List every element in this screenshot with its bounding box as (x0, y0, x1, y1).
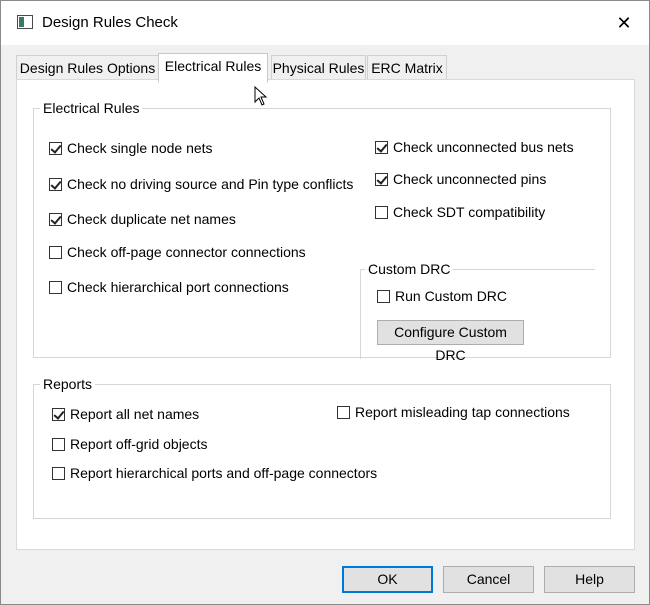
checkbox-icon[interactable] (49, 141, 62, 155)
window-title: Design Rules Check (42, 14, 178, 31)
report-misleading-tap[interactable]: Report misleading tap connections (337, 404, 570, 420)
checkbox-icon[interactable] (377, 289, 390, 303)
checkbox-icon[interactable] (52, 407, 65, 421)
ok-button[interactable]: OK (342, 566, 433, 593)
report-all-net-names[interactable]: Report all net names (52, 406, 199, 422)
configure-custom-drc-button[interactable]: Configure Custom DRC (377, 320, 524, 363)
checkbox-label: Check SDT compatibility (393, 204, 546, 220)
checkbox-label: Check off-page connector connections (67, 244, 306, 260)
checkbox-label: Check hierarchical port connections (67, 279, 289, 295)
tab-electrical-rules[interactable]: Electrical Rules (158, 53, 268, 83)
mouse-cursor-icon (254, 86, 268, 106)
check-duplicate-net-names[interactable]: Check duplicate net names (49, 211, 236, 227)
report-hierarchical-ports[interactable]: Report hierarchical ports and off-page c… (52, 465, 377, 481)
electrical-rules-title: Electrical Rules (40, 100, 143, 116)
checkbox-icon[interactable] (337, 405, 350, 419)
cancel-button[interactable]: Cancel (443, 566, 534, 593)
tab-panel: Electrical Rules Check single node nets … (16, 79, 635, 550)
run-custom-drc[interactable]: Run Custom DRC (377, 288, 507, 304)
checkbox-icon[interactable] (49, 280, 62, 294)
reports-group: Reports Report all net names Report off-… (33, 376, 611, 519)
reports-title: Reports (40, 376, 96, 392)
checkbox-label: Run Custom DRC (395, 288, 508, 304)
electrical-rules-group: Electrical Rules Check single node nets … (33, 100, 611, 363)
tab-erc-matrix[interactable]: ERC Matrix (367, 55, 447, 80)
checkbox-label: Check duplicate net names (67, 211, 236, 227)
check-single-node-nets[interactable]: Check single node nets (49, 140, 213, 156)
checkbox-label: Check no driving source and Pin type con… (67, 176, 354, 192)
checkbox-icon[interactable] (375, 205, 388, 219)
checkbox-icon[interactable] (375, 172, 388, 186)
checkbox-label: Report all net names (70, 406, 200, 422)
check-unconnected-pins[interactable]: Check unconnected pins (375, 171, 546, 187)
checkbox-icon[interactable] (49, 177, 62, 191)
custom-drc-group: Custom DRC Run Custom DRC Configure Cust… (360, 261, 595, 363)
checkbox-label: Check unconnected pins (393, 171, 547, 187)
check-no-driving-source[interactable]: Check no driving source and Pin type con… (49, 176, 353, 192)
checkbox-label: Check single node nets (67, 140, 213, 156)
checkbox-label: Report misleading tap connections (355, 404, 570, 420)
check-off-page-connector[interactable]: Check off-page connector connections (49, 244, 306, 260)
checkbox-icon[interactable] (52, 437, 65, 451)
checkbox-icon[interactable] (52, 466, 65, 480)
checkbox-icon[interactable] (49, 212, 62, 226)
tab-design-rules-options[interactable]: Design Rules Options (16, 55, 159, 80)
report-off-grid-objects[interactable]: Report off-grid objects (52, 436, 207, 452)
help-button[interactable]: Help (544, 566, 635, 593)
check-hierarchical-port[interactable]: Check hierarchical port connections (49, 279, 289, 295)
check-sdt-compatibility[interactable]: Check SDT compatibility (375, 204, 545, 220)
check-unconnected-bus-nets[interactable]: Check unconnected bus nets (375, 139, 574, 155)
custom-drc-title: Custom DRC (365, 261, 454, 277)
app-icon (17, 15, 33, 29)
title-bar: Design Rules Check ✕ (1, 1, 649, 45)
checkbox-label: Report hierarchical ports and off-page c… (70, 465, 378, 481)
checkbox-label: Report off-grid objects (70, 436, 208, 452)
close-icon[interactable]: ✕ (606, 7, 642, 39)
dialog-window: Design Rules Check ✕ Design Rules Option… (0, 0, 650, 605)
checkbox-icon[interactable] (375, 140, 388, 154)
tab-physical-rules[interactable]: Physical Rules (271, 55, 366, 80)
checkbox-icon[interactable] (49, 245, 62, 259)
checkbox-label: Check unconnected bus nets (393, 139, 574, 155)
